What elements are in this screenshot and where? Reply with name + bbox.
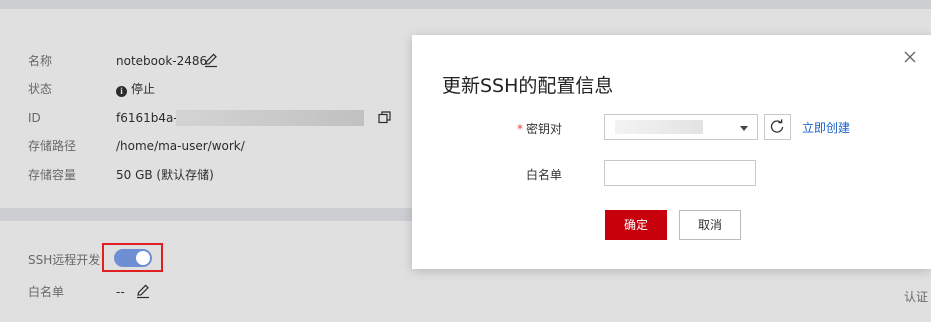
ssh-toggle-highlight [102, 243, 163, 272]
confirm-button[interactable]: 确定 [605, 210, 667, 240]
ssh-remote-dev-toggle[interactable] [114, 249, 152, 267]
keypair-label-wrap: * 密钥对 [412, 120, 562, 137]
keypair-select[interactable] [604, 114, 758, 140]
keypair-selected-redaction [615, 120, 703, 134]
keypair-label: 密钥对 [525, 122, 562, 136]
required-mark: * [516, 122, 523, 136]
whitelist-label-wrap: 白名单 [412, 166, 562, 183]
close-icon[interactable] [902, 49, 918, 65]
cancel-button[interactable]: 取消 [679, 210, 741, 240]
dialog-title: 更新SSH的配置信息 [442, 75, 614, 97]
toggle-knob [136, 251, 150, 265]
whitelist-label: 白名单 [525, 168, 562, 182]
chevron-down-icon [740, 126, 748, 131]
refresh-icon [770, 119, 784, 133]
refresh-button[interactable] [764, 114, 791, 140]
create-now-link[interactable]: 立即创建 [802, 119, 850, 136]
ssh-config-dialog: 更新SSH的配置信息 * 密钥对 立即创建 白名单 确定 取消 [412, 35, 931, 269]
whitelist-input[interactable] [604, 160, 756, 186]
